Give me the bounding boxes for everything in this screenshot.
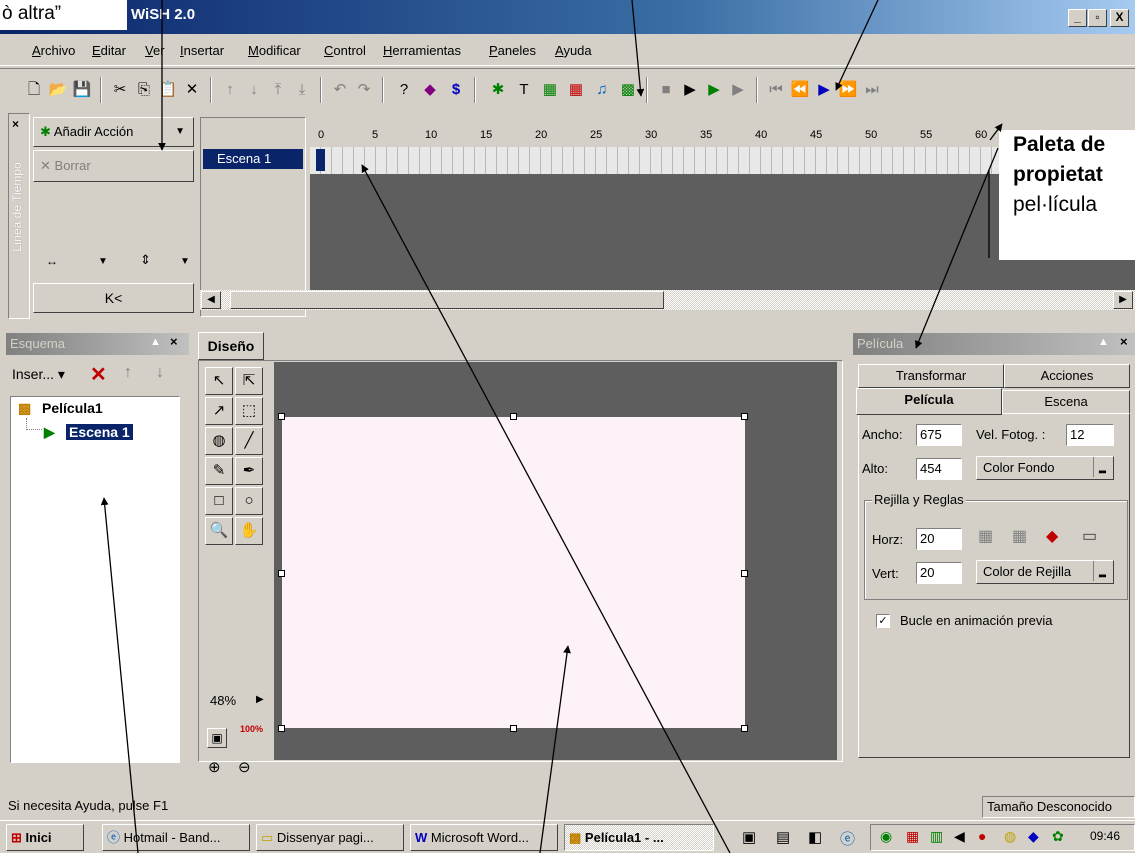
arrow-line [989,123,1003,141]
arrow-line [361,164,731,853]
arrow-line [915,147,999,349]
arrow-line [539,645,571,853]
arrow-line [631,0,645,97]
arrow-line [835,0,879,91]
annotation-arrows [100,0,1003,853]
tab-movie[interactable]: Película [856,388,1002,415]
arrow-line [100,497,139,853]
